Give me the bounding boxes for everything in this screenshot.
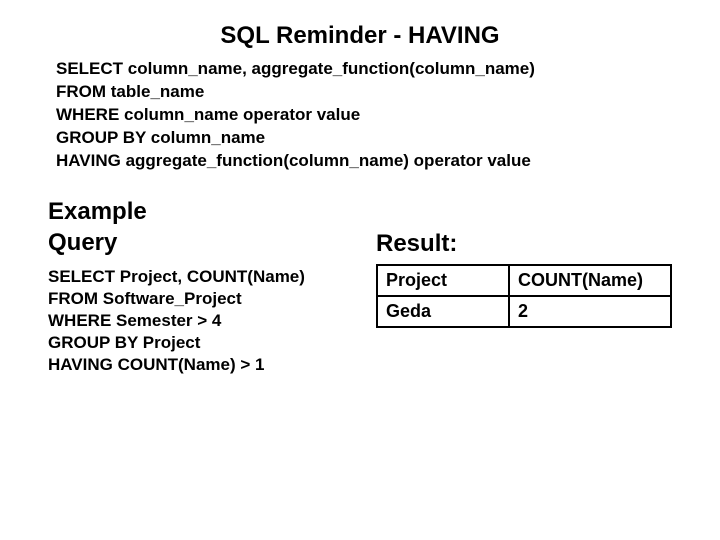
table-row: Geda 2	[377, 296, 671, 327]
result-table: Project COUNT(Name) Geda 2	[376, 264, 672, 328]
query-line: WHERE Semester > 4	[48, 311, 221, 330]
sql-syntax-block: SELECT column_name, aggregate_function(c…	[56, 58, 535, 173]
table-cell: Geda	[377, 296, 509, 327]
table-header-cell: Project	[377, 265, 509, 296]
query-line: HAVING COUNT(Name) > 1	[48, 355, 264, 374]
table-header-row: Project COUNT(Name)	[377, 265, 671, 296]
syntax-line: GROUP BY column_name	[56, 128, 265, 147]
query-line: GROUP BY Project	[48, 333, 200, 352]
slide: SQL Reminder - HAVING SELECT column_name…	[0, 0, 720, 540]
syntax-line: WHERE column_name operator value	[56, 105, 360, 124]
slide-title: SQL Reminder - HAVING	[0, 22, 720, 50]
syntax-line: SELECT column_name, aggregate_function(c…	[56, 59, 535, 78]
example-heading-line: Example	[48, 196, 147, 227]
table-header-cell: COUNT(Name)	[509, 265, 671, 296]
example-query-block: SELECT Project, COUNT(Name) FROM Softwar…	[48, 266, 305, 376]
syntax-line: FROM table_name	[56, 82, 204, 101]
example-heading: Example Query	[48, 196, 147, 258]
query-line: SELECT Project, COUNT(Name)	[48, 267, 305, 286]
query-line: FROM Software_Project	[48, 289, 242, 308]
table-cell: 2	[509, 296, 671, 327]
syntax-line: HAVING aggregate_function(column_name) o…	[56, 151, 531, 170]
result-heading: Result:	[376, 230, 457, 258]
example-heading-line: Query	[48, 227, 147, 258]
